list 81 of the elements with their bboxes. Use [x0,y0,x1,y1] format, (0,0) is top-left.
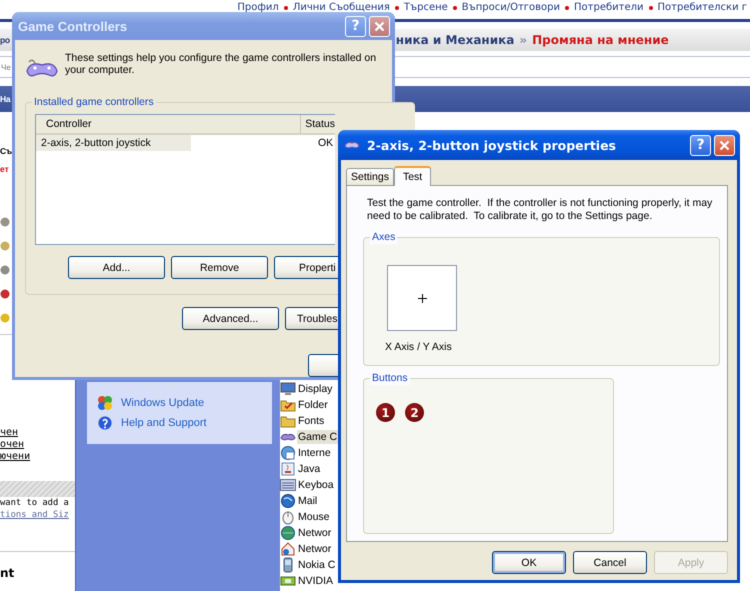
file-item[interactable]: NVIDIA [297,574,334,588]
intro-text: These settings help you configure the game controllers installed on your computer. [65,52,378,76]
update-icon [97,395,113,411]
button[interactable]: Add... [68,256,165,279]
bullet-icon [394,6,399,10]
column-header[interactable]: Status [301,115,335,133]
heading-text: nt [0,566,14,580]
button[interactable]: Troubles [285,307,338,330]
window-title: Game Controllers [18,18,128,34]
input-field[interactable]: Че [0,62,11,72]
bullet-icon [452,6,457,10]
file-item[interactable]: Java [297,462,322,476]
house-icon [280,541,296,557]
window-title: 2-axis, 2-button joystick properties [367,138,617,152]
link[interactable]: чен [0,427,30,439]
close-button[interactable] [714,134,735,156]
close-icon [719,140,730,150]
file-item[interactable]: Folder [297,398,329,412]
keyboard-icon [280,477,296,493]
forum-icon [0,312,10,324]
description-text: Test the game controller. If the controller is not functioning properly, it may need to be calibrated. To calibrate it, go to the Settings page. [367,197,714,223]
help-icon [97,415,113,431]
nav-link[interactable]: Потребители [574,2,644,14]
nav-link[interactable]: Лични Съобщения [292,2,390,14]
button-indicator: 1 [376,403,395,422]
close-button[interactable] [369,16,390,36]
forum-icon [0,216,10,228]
link[interactable]: tions and Siz [0,509,69,521]
axis-label: X Axis / Y Axis [385,341,452,353]
button[interactable] [308,354,338,377]
file-item[interactable]: Game C [297,430,338,444]
bullet-icon [565,6,570,10]
nav-link[interactable]: Търсене [404,2,448,14]
breadcrumb-link[interactable]: ника и Механика [396,33,514,47]
button[interactable]: Properti [274,256,339,279]
bullet-icon [648,6,653,10]
link[interactable]: Help and Support [121,417,207,429]
list-row[interactable]: 2-axis, 2-button joystick OK [36,135,335,151]
button[interactable]: Advanced... [182,307,279,330]
nav-link[interactable]: Профил [237,2,279,14]
tab[interactable]: Settings [346,168,394,185]
list-cell-text: 2-axis, 2-button joystick [40,137,152,149]
list-cell: OK [318,137,334,149]
header-text: На [0,94,10,104]
nav-link[interactable]: Въпроси/Отговори [462,2,560,14]
group-title: Installed game controllers [32,96,156,109]
group-title: Axes [370,231,398,244]
nav-link[interactable]: Потребителски г [658,2,747,14]
button[interactable]: Remove [171,256,268,279]
link[interactable]: Windows Update [121,397,204,409]
close-icon [374,20,385,32]
forum-icon [0,240,10,252]
file-item[interactable]: Mail [297,494,318,508]
file-item[interactable]: Keyboa [297,478,335,492]
tab[interactable]: Test [394,166,432,186]
link[interactable]: очен [0,439,30,451]
file-item[interactable]: Networ [297,542,332,556]
bullet-icon [284,6,288,10]
file-item[interactable]: Interne [297,446,332,460]
group-title: Buttons [370,372,410,385]
column-header[interactable]: Controller [36,115,302,133]
button[interactable]: OK [492,551,566,574]
hint-text: want to add a [0,497,69,509]
button-indicator: 2 [405,403,424,422]
breadcrumb-link[interactable]: ро [0,35,10,45]
link[interactable]: ючени [0,451,30,463]
file-item[interactable]: Nokia C [297,558,336,572]
file-item[interactable]: Fonts [297,414,326,428]
breadcrumb-separator: » [519,33,528,47]
file-item[interactable]: Display [297,382,334,396]
heading-text: Съ [0,146,12,156]
forum-icon [0,264,10,276]
alert-text: ет [0,164,9,174]
forum-icon [0,288,10,300]
button[interactable]: Cancel [573,551,647,574]
crosshair-icon [418,294,426,302]
file-item[interactable]: Mouse [297,510,331,524]
breadcrumb-current: Промяна на мнение [532,33,669,47]
monitor-icon [280,381,296,397]
gamepad-icon [344,139,360,151]
file-item[interactable]: Networ [297,526,332,540]
